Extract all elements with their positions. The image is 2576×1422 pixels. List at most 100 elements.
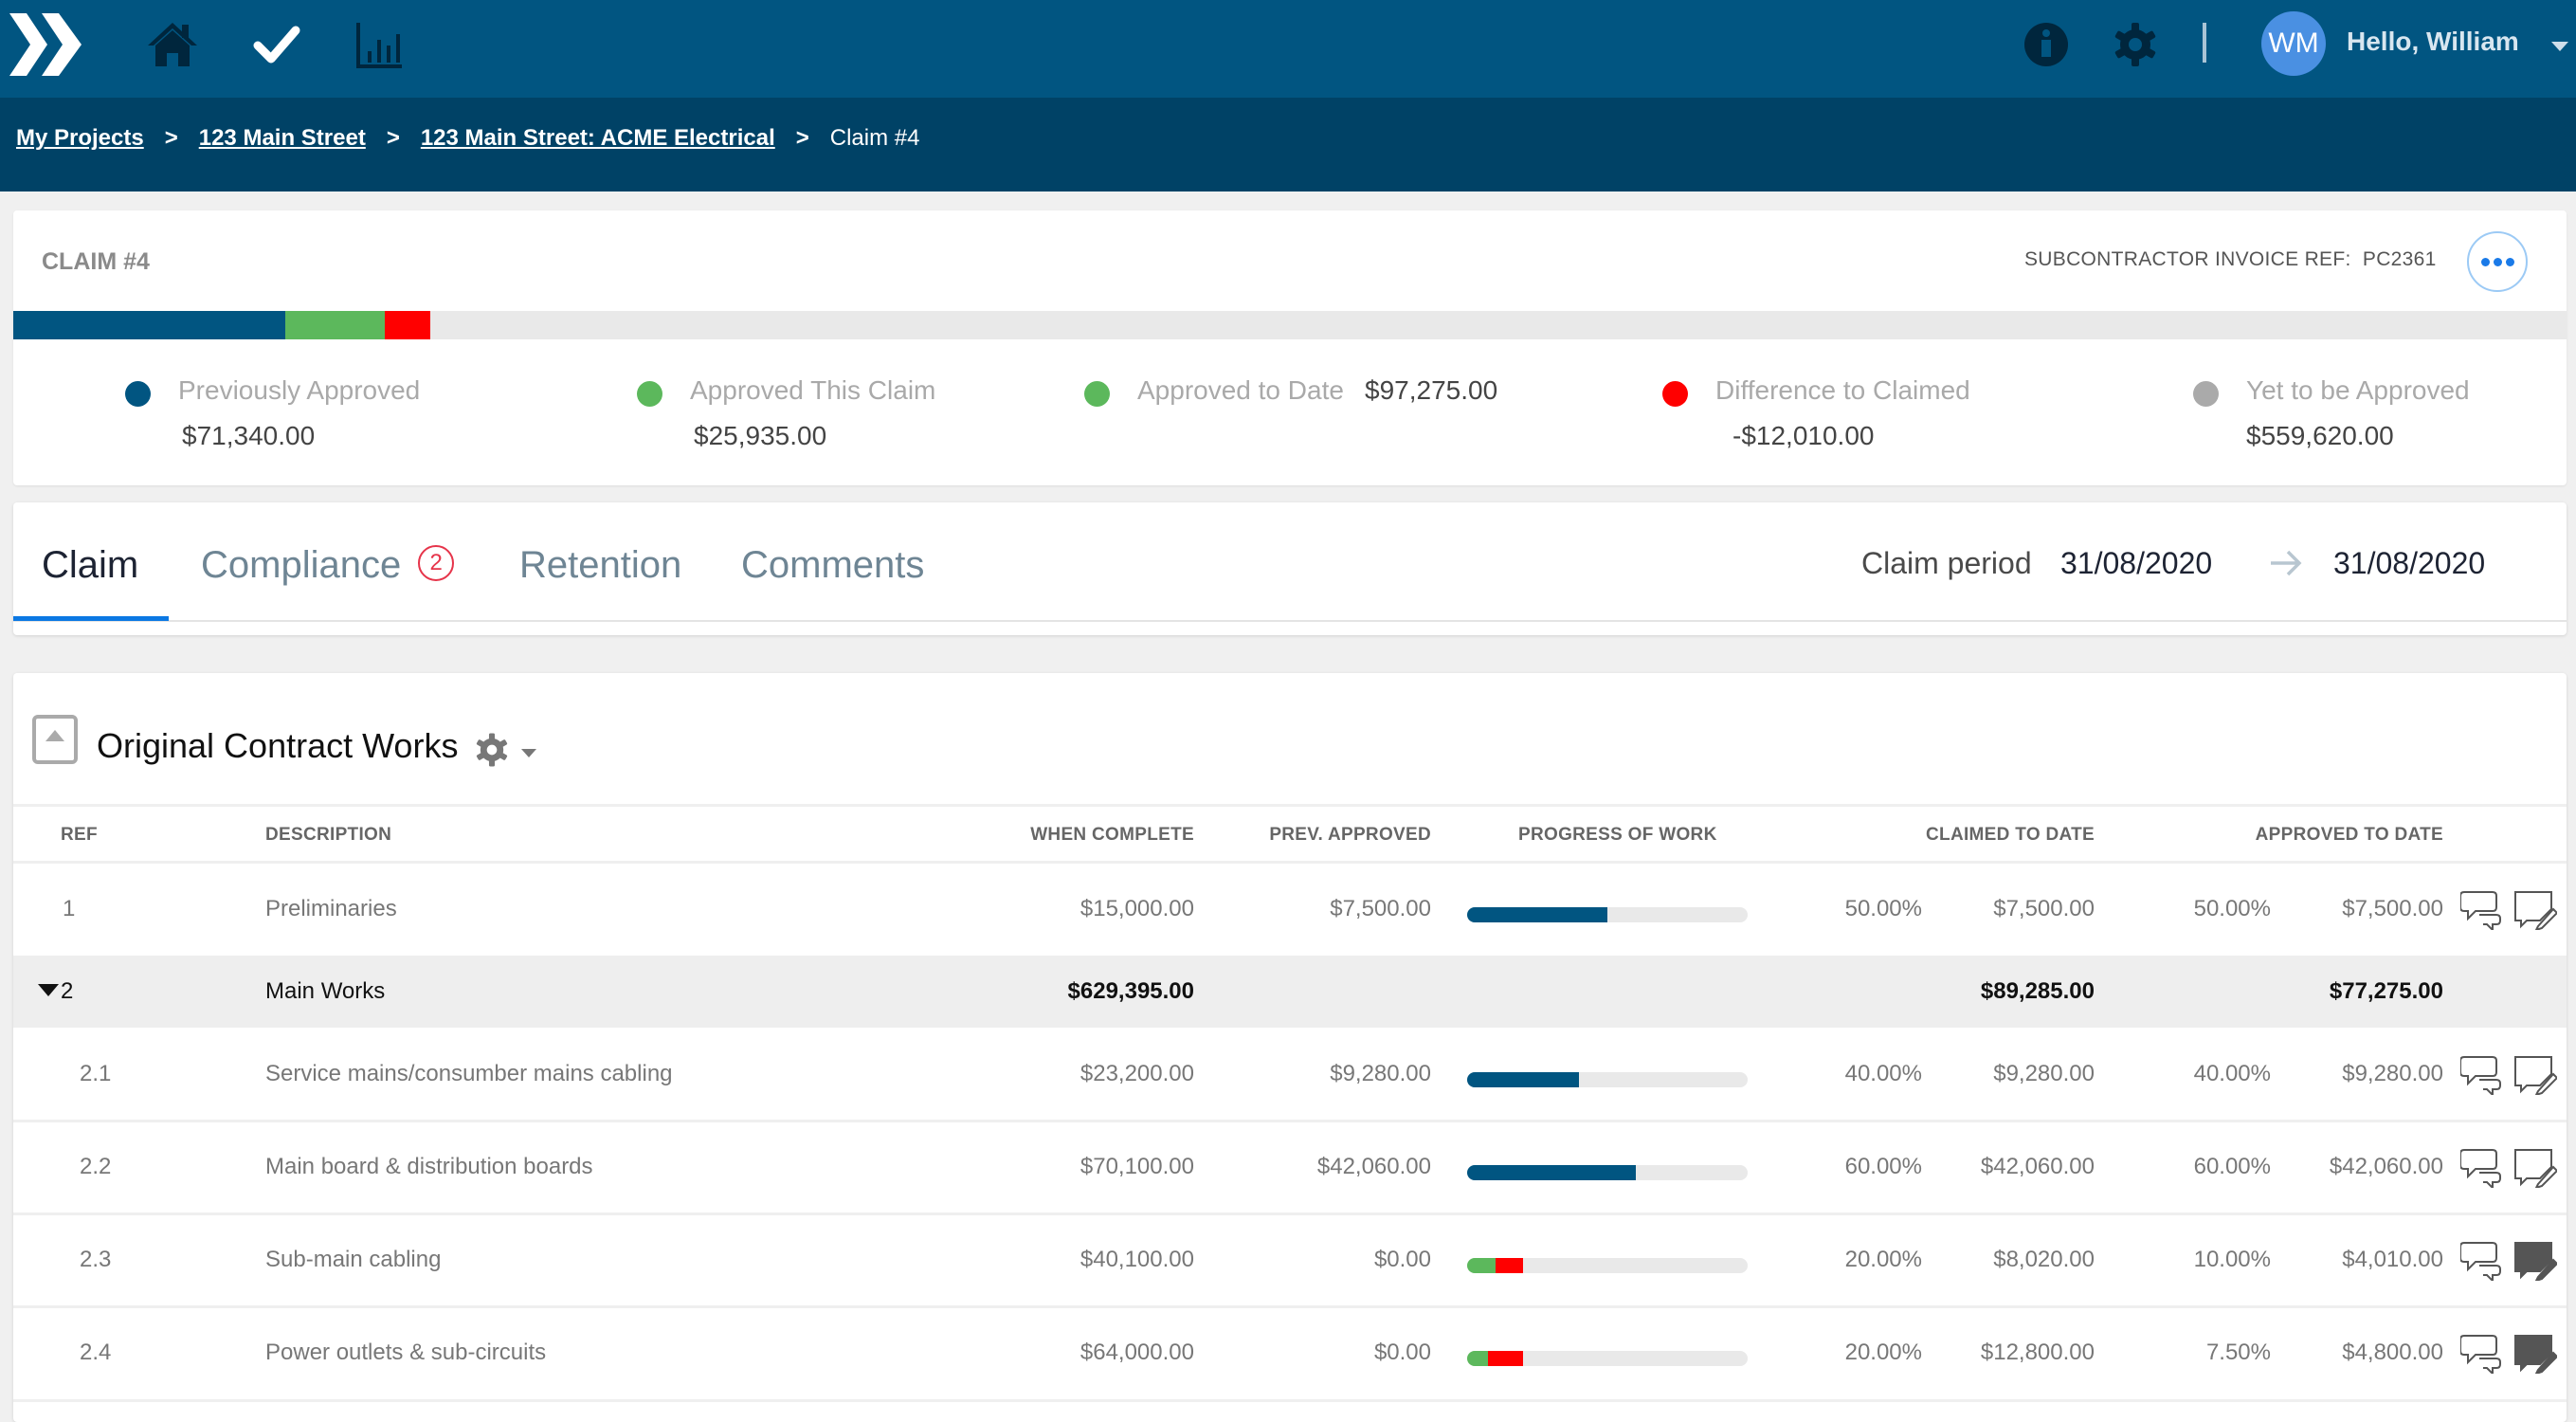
tab-claim[interactable]: Claim bbox=[42, 544, 138, 587]
compliance-count-badge: 2 bbox=[418, 545, 455, 582]
more-options-button[interactable] bbox=[2467, 231, 2528, 292]
breadcrumb-my-projects[interactable]: My Projects bbox=[16, 125, 144, 152]
row-description: Preliminaries bbox=[265, 896, 397, 921]
progress-bar-segment bbox=[1467, 1351, 1489, 1366]
section-title: Original Contract Works bbox=[97, 726, 459, 765]
row-prev-approved: $42,060.00 bbox=[1316, 1154, 1431, 1179]
gear-icon[interactable] bbox=[2112, 21, 2159, 68]
claim-title: CLAIM #4 bbox=[42, 248, 150, 275]
column-header-ref: REF bbox=[61, 825, 98, 845]
comments-bubble-icon[interactable] bbox=[2459, 1146, 2504, 1191]
add-note-icon[interactable] bbox=[2513, 888, 2559, 932]
section-settings-chevron-down-icon[interactable] bbox=[521, 749, 536, 757]
row-claimed-to-date: $8,020.00 bbox=[1993, 1247, 2095, 1272]
row-when-complete: $629,395.00 bbox=[1067, 978, 1194, 1004]
breadcrumb-subcontract[interactable]: 123 Main Street: ACME Electrical bbox=[421, 125, 775, 152]
legend-value: $71,340.00 bbox=[182, 421, 316, 450]
table-row[interactable]: 1 Preliminaries $15,000.00 $7,500.00 50.00% $… bbox=[13, 863, 2567, 956]
progress-bar-segment bbox=[1467, 1165, 1636, 1180]
row-approved-to-date: $42,060.00 bbox=[2329, 1154, 2443, 1179]
table-group-row[interactable]: 2 Main Works $629,395.00 $89,285.00 $77,275.… bbox=[13, 956, 2567, 1028]
user-greeting[interactable]: Hello, William bbox=[2347, 27, 2519, 57]
row-approved-percent: 60.00% bbox=[2193, 1154, 2271, 1179]
add-note-icon[interactable] bbox=[2513, 1053, 2559, 1097]
period-start-date[interactable]: 31/08/2020 bbox=[2060, 546, 2212, 581]
header-divider bbox=[2203, 23, 2206, 63]
comments-bubble-icon[interactable] bbox=[2459, 1239, 2504, 1284]
progress-bar-segment bbox=[1495, 1258, 1524, 1273]
row-ref: 1 bbox=[63, 896, 76, 921]
tab-compliance-label: Compliance bbox=[201, 544, 402, 586]
legend-value: $25,935.00 bbox=[694, 421, 827, 450]
row-approved-percent: 10.00% bbox=[2193, 1247, 2271, 1272]
tab-comments[interactable]: Comments bbox=[741, 544, 924, 587]
column-header-progress: PROGRESS OF WORK bbox=[1518, 825, 1717, 845]
user-menu-chevron-down-icon[interactable] bbox=[2551, 42, 2568, 51]
home-icon[interactable] bbox=[144, 17, 201, 74]
legend-label: Approved to Date bbox=[1137, 375, 1344, 405]
section-settings-gear-icon[interactable] bbox=[474, 732, 510, 768]
add-note-icon[interactable] bbox=[2513, 1146, 2559, 1190]
legend-label: Approved This Claim bbox=[690, 375, 936, 405]
row-when-complete: $70,100.00 bbox=[1079, 1154, 1194, 1179]
claim-summary-card: CLAIM #4 SUBCONTRACTOR INVOICE REF: PC23… bbox=[13, 210, 2567, 485]
tab-retention[interactable]: Retention bbox=[519, 544, 681, 587]
table-row[interactable]: 2.4 Power outlets & sub-circuits $64,000.0… bbox=[13, 1306, 2567, 1399]
more-dot-icon bbox=[2505, 257, 2514, 266]
column-header-prev-approved: PREV. APPROVED bbox=[1269, 825, 1431, 845]
row-approved-percent: 7.50% bbox=[2205, 1340, 2271, 1365]
claim-progress-stack-bar bbox=[13, 311, 2567, 339]
row-prev-approved: $9,280.00 bbox=[1330, 1061, 1431, 1086]
info-icon[interactable] bbox=[2023, 21, 2070, 68]
breadcrumb-separator: > bbox=[795, 125, 809, 151]
row-claimed-to-date: $12,800.00 bbox=[1980, 1340, 2095, 1365]
row-when-complete: $64,000.00 bbox=[1079, 1340, 1194, 1365]
row-approved-percent: 40.00% bbox=[2193, 1061, 2271, 1086]
row-ref: 2.4 bbox=[80, 1340, 112, 1365]
tab-compliance[interactable]: Compliance 2 bbox=[201, 544, 455, 587]
expand-toggle-icon[interactable] bbox=[38, 984, 59, 997]
legend-value: $559,620.00 bbox=[2246, 421, 2394, 450]
add-note-icon[interactable] bbox=[2513, 1239, 2559, 1283]
comments-bubble-icon[interactable] bbox=[2459, 888, 2504, 933]
row-ref[interactable]: 2 bbox=[38, 978, 73, 1005]
comments-bubble-icon[interactable] bbox=[2459, 1332, 2504, 1376]
column-header-approved-to-date: APPROVED TO DATE bbox=[2255, 825, 2443, 845]
breadcrumb-current: Claim #4 bbox=[829, 125, 920, 151]
row-approved-to-date: $4,800.00 bbox=[2342, 1340, 2443, 1365]
row-ref: 2.2 bbox=[80, 1154, 112, 1179]
divider bbox=[13, 804, 2567, 807]
breadcrumb-project[interactable]: 123 Main Street bbox=[199, 125, 366, 152]
legend-dot-icon bbox=[125, 381, 151, 407]
table-row[interactable]: 2.2 Main board & distribution boards $70,1… bbox=[13, 1121, 2567, 1213]
row-claimed-to-date: $7,500.00 bbox=[1993, 896, 2095, 921]
row-prev-approved: $0.00 bbox=[1373, 1247, 1431, 1272]
row-ref: 2.1 bbox=[80, 1061, 112, 1086]
legend-value: -$12,010.00 bbox=[1732, 421, 1875, 450]
legend-label: Yet to be Approved bbox=[2246, 375, 2470, 405]
stack-bar-segment bbox=[285, 311, 385, 339]
row-description: Main Works bbox=[265, 978, 386, 1004]
check-icon[interactable] bbox=[248, 17, 305, 74]
legend-label: Previously Approved bbox=[178, 375, 421, 405]
row-claimed-percent: 20.00% bbox=[1844, 1247, 1922, 1272]
tabs-card: Claim Compliance 2 Retention Comments Cla… bbox=[13, 502, 2567, 635]
row-claimed-percent: 50.00% bbox=[1844, 896, 1922, 921]
table-row[interactable]: 2.3 Sub-main cabling $40,100.00 $0.00 20.00%… bbox=[13, 1213, 2567, 1306]
progress-bar-segment bbox=[1488, 1351, 1524, 1366]
legend-dot-icon bbox=[1662, 381, 1688, 407]
table-row[interactable]: 2.1 Service mains/consumber mains cabling… bbox=[13, 1028, 2567, 1121]
row-approved-percent: 50.00% bbox=[2193, 896, 2271, 921]
avatar[interactable]: WM bbox=[2261, 11, 2326, 76]
row-approved-to-date: $9,280.00 bbox=[2342, 1061, 2443, 1086]
row-description: Service mains/consumber mains cabling bbox=[265, 1061, 673, 1086]
period-end-date[interactable]: 31/08/2020 bbox=[2333, 546, 2485, 581]
add-note-icon[interactable] bbox=[2513, 1332, 2559, 1376]
avatar-initials: WM bbox=[2268, 27, 2319, 59]
chart-icon[interactable] bbox=[353, 17, 409, 74]
tabs-baseline bbox=[13, 620, 2567, 622]
collapse-section-button[interactable] bbox=[32, 715, 78, 764]
app-logo-icon[interactable] bbox=[9, 13, 83, 76]
comments-bubble-icon[interactable] bbox=[2459, 1053, 2504, 1098]
claim-period-label: Claim period bbox=[1861, 546, 2032, 580]
